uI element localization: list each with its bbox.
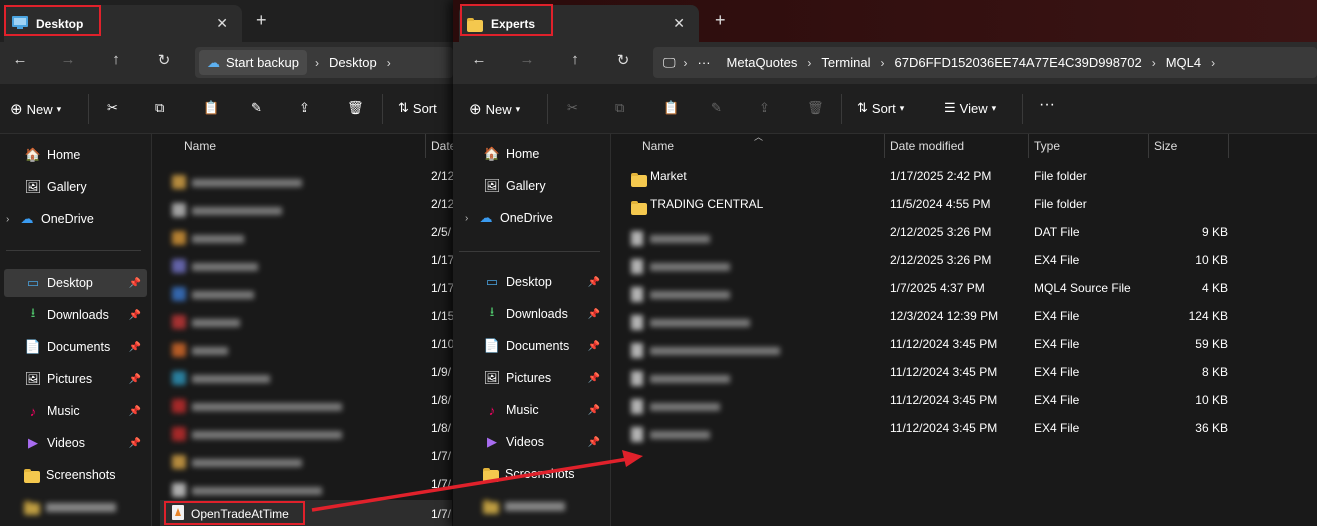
drag-arrow-annotation	[311, 450, 643, 512]
